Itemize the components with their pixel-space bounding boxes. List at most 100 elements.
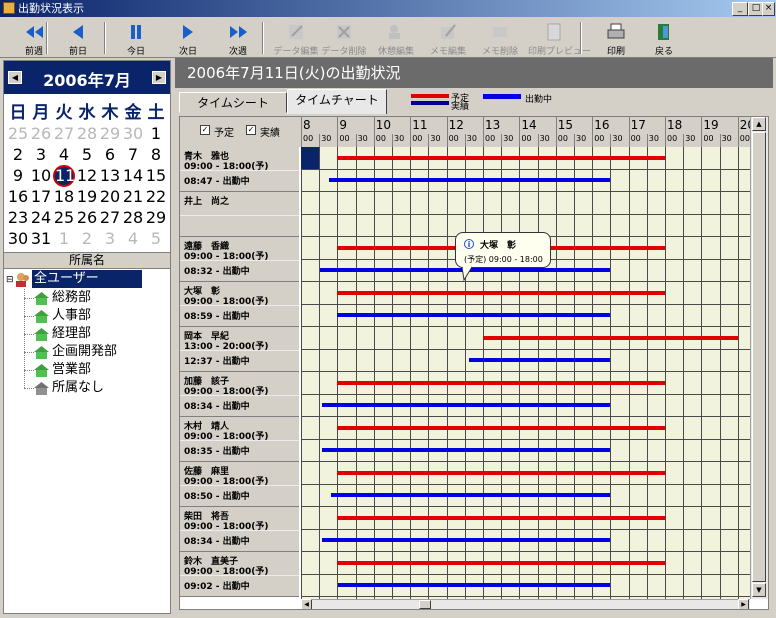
next-month-button[interactable]: ▶ [152,71,166,84]
vertical-scrollbar[interactable]: ▲ ▼ [750,117,768,599]
toolbar-button-printer[interactable]: 印刷 [590,20,642,57]
calendar-day[interactable]: 28 [122,207,144,229]
calendar-day[interactable]: 25 [53,207,75,229]
calendar-day[interactable]: 15 [145,165,167,187]
planned-bar[interactable] [337,471,665,475]
calendar-day[interactable]: 12 [76,165,98,187]
actual-bar[interactable] [338,583,611,587]
calendar-day[interactable]: 27 [99,207,121,229]
calendar-day[interactable]: 3 [99,228,121,250]
toolbar-button-right-arrow[interactable]: 次日 [162,20,214,57]
calendar-day[interactable]: 31 [30,228,52,250]
calendar-day[interactable]: 1 [53,228,75,250]
toolbar-button-data-edit[interactable]: データ編集 [270,20,322,57]
calendar-day[interactable]: 26 [30,123,52,145]
calendar-day[interactable]: 28 [76,123,98,145]
calendar-day[interactable]: 1 [145,123,167,145]
calendar-day[interactable]: 26 [76,207,98,229]
calendar-day[interactable]: 16 [7,186,29,208]
planned-bar[interactable] [483,336,738,340]
calendar-day[interactable]: 11 [53,165,75,187]
calendar-day[interactable]: 7 [122,144,144,166]
horizontal-scroll-thumb[interactable] [419,600,431,609]
calendar-day[interactable]: 19 [76,186,98,208]
planned-bar[interactable] [337,561,665,565]
toolbar-button-memo-delete[interactable]: メモ削除 [474,20,526,57]
calendar-day[interactable]: 27 [53,123,75,145]
toolbar-button-memo-edit[interactable]: メモ編集 [422,20,474,57]
calendar-day[interactable]: 29 [99,123,121,145]
actual-bar[interactable] [321,403,611,407]
calendar-day[interactable]: 23 [7,207,29,229]
planned-bar[interactable] [337,156,665,160]
minimize-button[interactable]: _ [732,2,748,16]
tab-timesheet[interactable]: タイムシート [179,92,287,113]
actual-bar[interactable] [321,538,611,542]
calendar-day[interactable]: 2 [76,228,98,250]
calendar-day[interactable]: 9 [7,165,29,187]
employee-row-header[interactable]: 青木 雅也 09:00 - 18:00(予) 08:47 - 出勤中 [180,147,299,192]
employee-row-header[interactable]: 加藤 該子 09:00 - 18:00(予) 08:34 - 出勤中 [180,372,299,417]
calendar-day[interactable]: 25 [7,123,29,145]
employee-row-header[interactable]: 遠藤 香織 09:00 - 18:00(予) 08:32 - 出勤中 [180,237,299,282]
tree-item-department[interactable]: 企画開発部 [52,343,117,361]
employee-row-header[interactable]: 鈴木 直美子 09:00 - 18:00(予) 09:02 - 出勤中 [180,552,299,597]
toolbar-button-data-delete[interactable]: データ削除 [318,20,370,57]
tree-item-department[interactable]: 人事部 [52,307,91,325]
employee-row-header[interactable]: 木村 靖人 09:00 - 18:00(予) 08:35 - 出勤中 [180,417,299,462]
toolbar-button-double-right-arrow[interactable]: 次週 [212,20,264,57]
calendar-day[interactable]: 29 [145,207,167,229]
scroll-right-button[interactable]: ▶ [738,599,749,609]
planned-bar[interactable] [337,381,665,385]
calendar-day[interactable]: 8 [145,144,167,166]
planned-bar[interactable] [337,426,665,430]
calendar-day[interactable]: 5 [76,144,98,166]
scroll-down-button[interactable]: ▼ [752,583,766,597]
actual-bar[interactable] [329,178,611,182]
calendar-day[interactable]: 30 [7,228,29,250]
calendar-day[interactable]: 17 [30,186,52,208]
toolbar-button-print-preview[interactable]: 印刷プレビュー [528,20,591,57]
actual-bar[interactable] [336,313,611,317]
calendar-day[interactable]: 14 [122,165,144,187]
employee-row-header[interactable]: 大塚 彰 09:00 - 18:00(予) 08:59 - 出勤中 [180,282,299,327]
calendar-day[interactable]: 4 [53,144,75,166]
calendar-day[interactable]: 22 [145,186,167,208]
close-button[interactable]: × [762,2,775,16]
actual-bar[interactable] [322,448,611,452]
tree-item-all-users[interactable]: 全ユーザー [32,270,142,288]
tree-item-department[interactable]: 総務部 [52,289,91,307]
tree-item-department[interactable]: 営業部 [52,361,91,379]
employee-row-header[interactable]: 佐藤 麻里 09:00 - 18:00(予) 08:50 - 出勤中 [180,462,299,507]
calendar-day[interactable]: 24 [30,207,52,229]
actual-bar[interactable] [331,493,611,497]
planned-checkbox[interactable]: ✓ [200,125,210,135]
actual-bar[interactable] [469,358,611,362]
employee-row-header[interactable]: 井上 尚之 [180,192,299,237]
calendar-day[interactable]: 6 [99,144,121,166]
calendar-day[interactable]: 2 [7,144,29,166]
planned-bar[interactable] [337,291,665,295]
calendar-day[interactable]: 30 [122,123,144,145]
calendar-day[interactable]: 21 [122,186,144,208]
employee-row-header[interactable]: 岡本 早紀 13:00 - 20:00(予) 12:37 - 出勤中 [180,327,299,372]
employee-row-header[interactable]: 柴田 将吾 09:00 - 18:00(予) 08:34 - 出勤中 [180,507,299,552]
calendar-day[interactable]: 4 [122,228,144,250]
calendar-day[interactable]: 13 [99,165,121,187]
chart-area[interactable] [301,147,757,599]
calendar-day[interactable]: 18 [53,186,75,208]
scroll-up-button[interactable]: ▲ [752,117,766,131]
calendar-day[interactable]: 3 [30,144,52,166]
tree-item-department[interactable]: 所属なし [52,379,104,397]
tab-timechart[interactable]: タイムチャート [287,89,387,114]
calendar-day[interactable]: 20 [99,186,121,208]
calendar-day[interactable]: 5 [145,228,167,250]
toolbar-button-break-edit[interactable]: 休憩編集 [370,20,422,57]
toolbar-button-exit-door[interactable]: 戻る [638,20,690,57]
tree-item-department[interactable]: 経理部 [52,325,91,343]
toolbar-button-pause[interactable]: 今日 [110,20,162,57]
planned-bar[interactable] [337,516,665,520]
vertical-scroll-thumb[interactable] [752,132,766,582]
calendar-day[interactable]: 10 [30,165,52,187]
actual-checkbox[interactable]: ✓ [246,125,256,135]
